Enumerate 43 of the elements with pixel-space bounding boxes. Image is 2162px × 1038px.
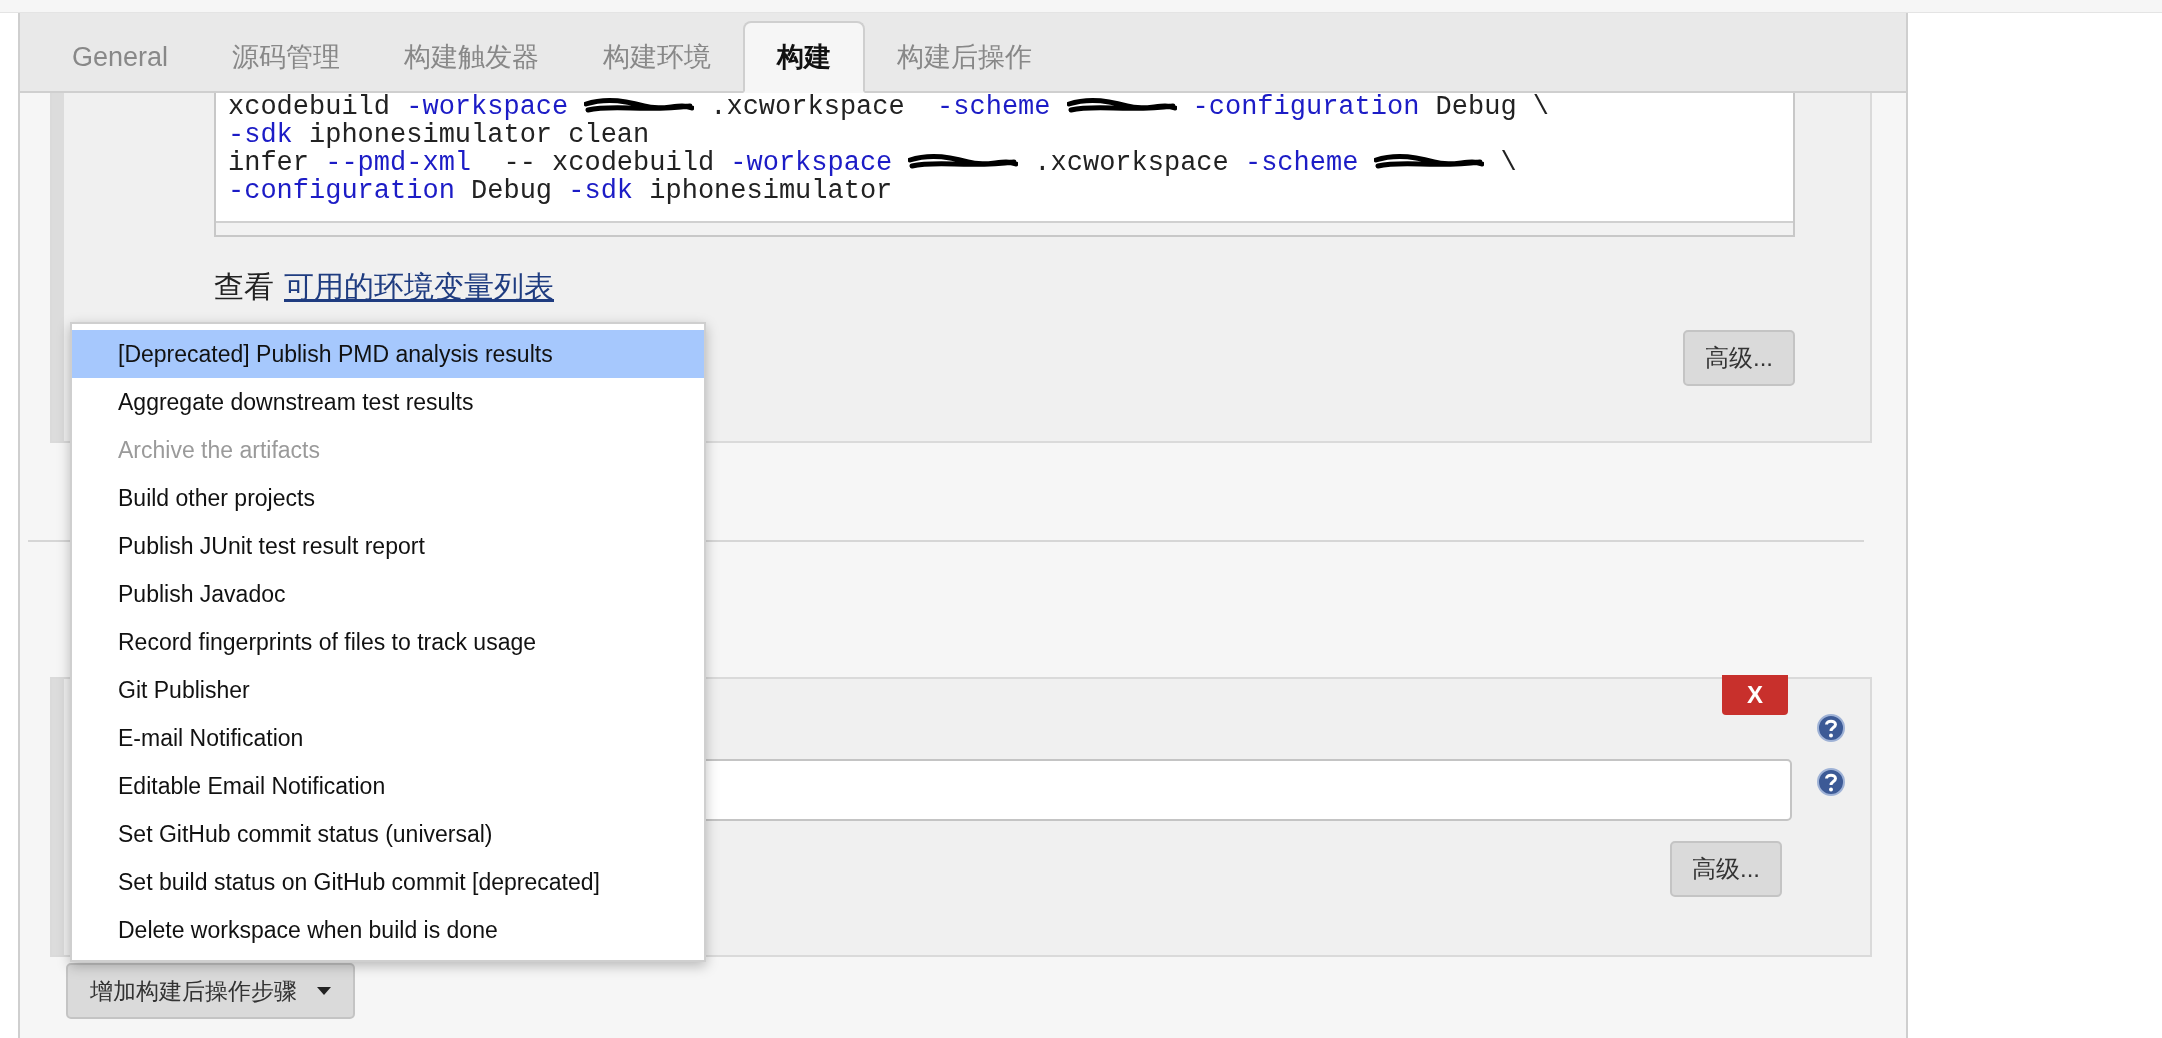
code-option-text: -configuration <box>228 177 455 205</box>
code-text: Debug <box>470 177 554 205</box>
resize-grip[interactable] <box>216 221 1793 235</box>
code-editor[interactable]: xcodebuild -workspace .xcworkspace -scheme -configuration Debug \ -sdk iphonesimulator clean infer --pmd-xml -- xcodebuild -workspace .xcworkspace -scheme \ -configuration Debug -sdk iphonesimulator <box>214 93 1795 237</box>
code-text: \ <box>1500 149 1517 177</box>
delete-button[interactable]: X <box>1722 675 1788 715</box>
menu-item[interactable]: Set build status on GitHub commit [deprecated] <box>72 858 704 906</box>
code-text: iphonesimulator <box>648 177 893 205</box>
menu-item[interactable]: Record fingerprints of files to track usage <box>72 618 704 666</box>
code-text: xcodebuild <box>228 93 392 121</box>
advanced-button[interactable]: 高级... <box>1683 330 1795 386</box>
help-icon[interactable] <box>1816 713 1846 743</box>
env-hint-label: 查看 <box>214 269 274 305</box>
env-variables-link[interactable]: 可用的环境变量列表 <box>284 267 554 308</box>
code-option-text: -scheme <box>937 93 1051 121</box>
menu-item[interactable]: Publish Javadoc <box>72 570 704 618</box>
code-text: -- xcodebuild <box>502 149 716 177</box>
tab[interactable]: 构建 <box>743 21 866 93</box>
code-text: .xcworkspace <box>1034 149 1230 177</box>
menu-item[interactable]: Delete workspace when build is done <box>72 906 704 954</box>
add-post-build-step-button[interactable]: 增加构建后操作步骤 <box>66 963 355 1019</box>
menu-item[interactable]: Build other projects <box>72 474 704 522</box>
code-option-text: -workspace <box>406 93 569 121</box>
menu-item[interactable]: Git Publisher <box>72 666 704 714</box>
code-text: iphonesimulator clean <box>308 121 650 149</box>
code-option-text: -sdk <box>568 177 634 205</box>
code-option-text: --pmd-xml <box>325 149 472 177</box>
code-text: .xcworkspace <box>710 93 906 121</box>
code-option-text: -configuration <box>1192 93 1420 121</box>
help-icon[interactable] <box>1816 767 1846 797</box>
menu-item[interactable]: E-mail Notification <box>72 714 704 762</box>
menu-item[interactable]: Editable Email Notification <box>72 762 704 810</box>
menu-item[interactable]: Publish JUnit test result report <box>72 522 704 570</box>
advanced-button[interactable]: 高级... <box>1670 841 1782 897</box>
caret-icon <box>317 987 331 995</box>
code-option-text: -workspace <box>730 149 893 177</box>
menu-item[interactable]: [Deprecated] Publish PMD analysis results <box>72 330 704 378</box>
menu-item[interactable]: Set GitHub commit status (universal) <box>72 810 704 858</box>
code-text: Debug \ <box>1434 93 1549 121</box>
code-text: infer <box>228 149 310 177</box>
code-option-text: -sdk <box>228 121 293 149</box>
menu-item[interactable]: Aggregate downstream test results <box>72 378 704 426</box>
code-option-text: -scheme <box>1244 149 1359 177</box>
